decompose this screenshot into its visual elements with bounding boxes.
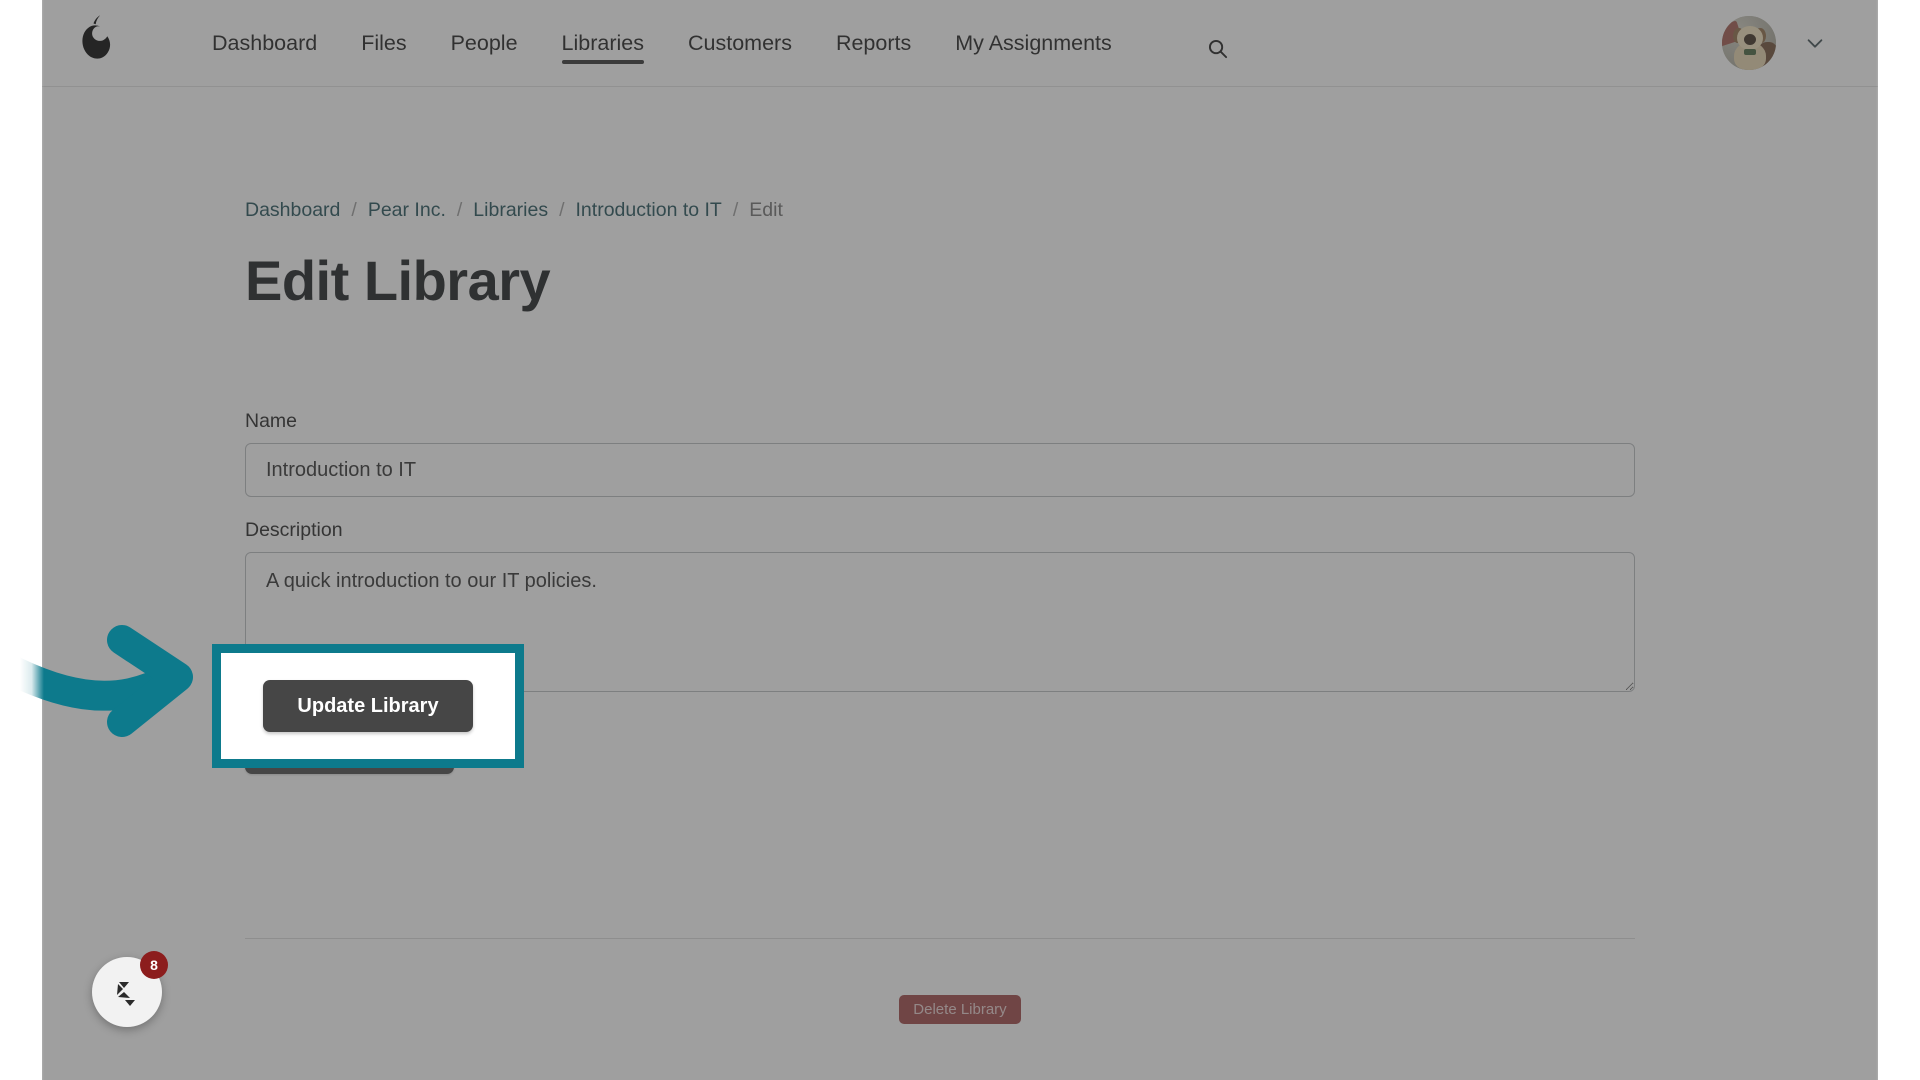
danger-zone: Delete Library	[42, 995, 1878, 1024]
name-label: Name	[245, 410, 298, 432]
nav-link-customers[interactable]: Customers	[666, 0, 814, 87]
page-title: Edit Library	[245, 249, 551, 312]
right-edge-vignette	[1876, 0, 1920, 1080]
breadcrumb-item-edit: Edit	[749, 199, 783, 221]
avatar[interactable]	[1722, 16, 1776, 70]
field-name: Name	[245, 410, 1635, 497]
nav-links: Dashboard Files People Libraries Custome…	[190, 0, 1134, 87]
breadcrumb-item-dashboard[interactable]: Dashboard	[245, 199, 340, 222]
nav-link-people[interactable]: People	[429, 0, 540, 87]
support-unread-badge: 8	[140, 951, 168, 979]
nav-link-reports[interactable]: Reports	[814, 0, 933, 87]
name-input[interactable]	[245, 443, 1635, 497]
breadcrumb: Dashboard / Pear Inc. / Libraries / Intr…	[245, 199, 783, 222]
nav-link-dashboard[interactable]: Dashboard	[190, 0, 339, 87]
delete-library-button[interactable]: Delete Library	[899, 995, 1021, 1024]
breadcrumb-item-libraries[interactable]: Libraries	[473, 199, 548, 222]
support-chat-widget[interactable]: 8	[92, 951, 168, 1027]
breadcrumb-item-introduction-to-it[interactable]: Introduction to IT	[576, 199, 722, 222]
update-library-button-highlighted[interactable]: Update Library	[263, 680, 473, 732]
screenshot-root: Dashboard Files People Libraries Custome…	[0, 0, 1920, 1080]
nav-link-my-assignments[interactable]: My Assignments	[933, 0, 1134, 87]
chat-logo-icon	[117, 982, 135, 1006]
breadcrumb-separator: /	[456, 199, 463, 221]
nav-link-libraries[interactable]: Libraries	[540, 0, 666, 87]
description-label: Description	[245, 519, 343, 541]
annotation-highlight-box: Update Library	[212, 644, 524, 768]
page-content: Dashboard / Pear Inc. / Libraries / Intr…	[42, 87, 1878, 1080]
search-icon[interactable]	[1197, 28, 1237, 68]
breadcrumb-separator: /	[351, 199, 357, 221]
app-window: Dashboard Files People Libraries Custome…	[42, 0, 1878, 1080]
breadcrumb-separator: /	[732, 199, 739, 221]
pear-logo-icon[interactable]	[66, 14, 122, 72]
avatar-dog-face	[1744, 34, 1756, 45]
annotation-highlight-inner: Update Library	[221, 653, 515, 759]
user-menu[interactable]	[1722, 16, 1826, 70]
left-edge-vignette	[0, 0, 44, 1080]
breadcrumb-item-pear-inc[interactable]: Pear Inc.	[368, 199, 446, 222]
section-divider	[245, 938, 1635, 939]
nav-link-files[interactable]: Files	[339, 0, 428, 87]
chevron-down-icon[interactable]	[1804, 32, 1826, 54]
top-navigation-bar: Dashboard Files People Libraries Custome…	[42, 0, 1878, 87]
breadcrumb-separator: /	[559, 199, 565, 221]
avatar-dog-bowtie	[1744, 49, 1756, 55]
